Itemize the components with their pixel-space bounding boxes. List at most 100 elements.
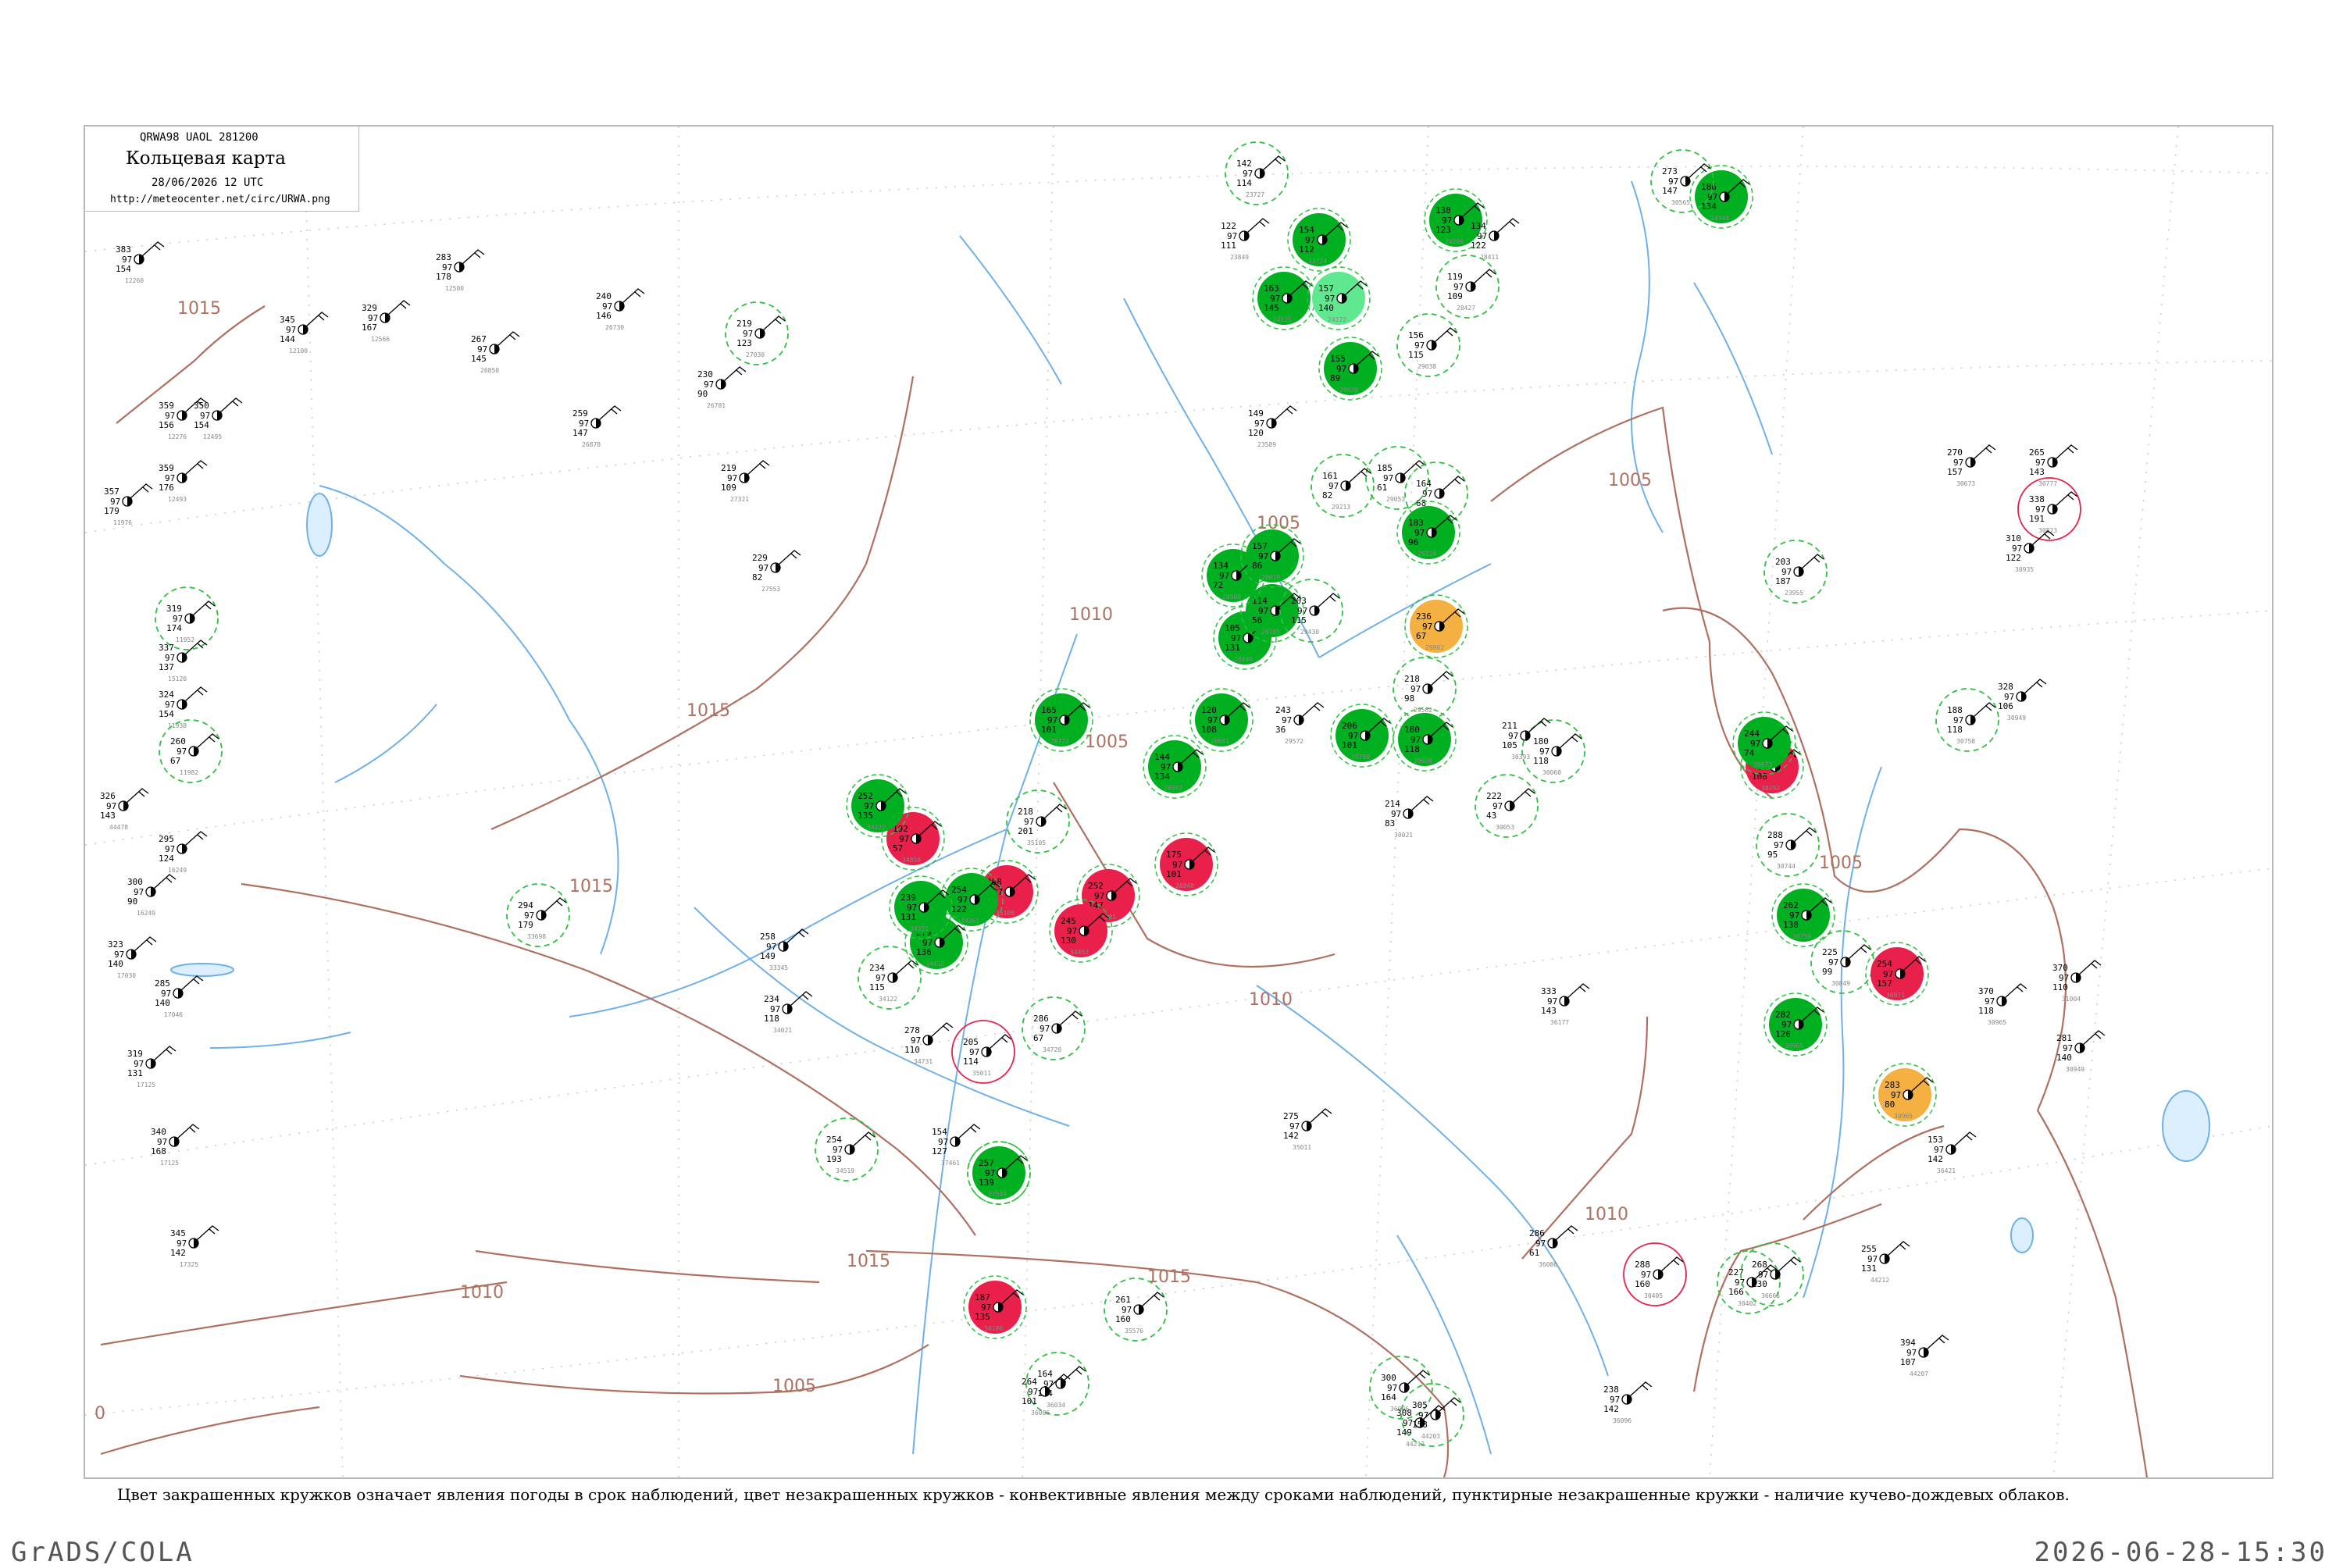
pressure-value: 243 [1275,705,1291,715]
dewpoint-value: 144 [280,334,295,344]
wind-barb-icon [1973,702,1996,718]
station-plot: 3579717911976 [104,483,153,526]
map-source-link[interactable]: http://meteocenter.net/circ/URWA.png [110,194,330,205]
dewpoint-value: 160 [1635,1279,1650,1289]
pressure-value: 283 [1885,1080,1900,1090]
station-index: 30965 [1894,1113,1913,1120]
pressure-value: 323 [108,939,123,950]
pressure-value: 264 [1022,1377,1037,1387]
station-plot: 2579713937549 [967,1141,1031,1205]
pressure-value: 267 [471,334,487,344]
station-index: 30405 [1644,1292,1663,1299]
map-legend-box: QRWA98 UAOL 281200 Кольцевая карта 28/06… [85,127,359,212]
wind-barb-icon [1410,796,1434,811]
pressure-value: 286 [1529,1228,1545,1238]
wind-barb-icon [196,733,219,749]
map-frame: 1015 1015 1015 1015 1015 1010 1010 1010 … [84,125,2273,1479]
dewpoint-value: 143 [1541,1006,1557,1016]
station-index: 30252 [1761,785,1780,792]
dewpoint-value: 137 [159,662,174,672]
station-plot: 2589714933345 [760,928,809,971]
station-index: 30673 [1956,480,1975,487]
pressure-value: 300 [127,877,143,887]
wind-barb-icon [1660,1256,1684,1272]
station-plot: 230979026781 [697,366,747,409]
dewpoint-value: 154 [116,264,131,274]
wind-barb-icon [1512,788,1535,804]
pressure-value: 254 [1877,959,1892,969]
station-plot: 286976136086 [1529,1225,1578,1268]
station-index: 36034 [1047,1402,1065,1409]
dewpoint-value: 179 [104,506,119,516]
wind-barb-icon [1274,405,1297,421]
dewpoint-value: 95 [1767,850,1778,860]
station-index: 30949 [2066,1066,2084,1073]
station-plot: 1349712228411 [1471,218,1520,261]
station-index: 30060 [1542,769,1561,776]
wind-barb-icon [1953,1131,1977,1147]
dewpoint-value: 101 [1022,1396,1037,1406]
dewpoint-value: 193 [826,1154,842,1164]
wind-barb-icon [1559,733,1582,749]
software-credit: GrADS/COLA [11,1537,194,1568]
pressure-value: 165 [1041,705,1057,715]
dewpoint-value: 115 [1408,350,1424,360]
dewpoint-value: 176 [159,483,174,493]
wind-barb-icon [622,288,645,304]
station-plot: 225979930849 [1810,930,1874,994]
pressure-value: 294 [518,900,533,911]
wind-barb-icon [2055,491,2078,507]
dewpoint-value: 201 [1018,826,1033,836]
station-plot: 1579714024122 [1307,266,1371,330]
pressure-value: 138 [1435,205,1451,216]
station-plot: 1879713534186 [963,1275,1027,1339]
station-index: 31004 [2062,996,2081,1003]
map-datetime: 28/06/2026 12 UTC [152,176,264,189]
dewpoint-value: 187 [1775,576,1791,586]
station-index: 11952 [176,636,194,643]
wind-barb-icon [184,831,208,846]
station-index: 28552 [1164,785,1182,792]
station-index: 34519 [836,1167,854,1174]
station-index: 28900 [1222,593,1241,600]
station-index: 27321 [730,496,749,503]
station-plot: 1869713424344 [1689,165,1753,229]
wind-barb-icon [723,366,747,382]
wind-barb-icon [786,928,809,944]
station-plot: 3249715411938 [159,686,208,729]
station-plot: 2759714235011 [1283,1108,1332,1151]
dewpoint-value: 112 [1299,244,1314,255]
pressure-value: 230 [697,369,713,380]
station-index: 30758 [1956,738,1975,745]
station-plot: 283978030965 [1873,1063,1937,1127]
dewpoint-value: 99 [1822,967,1832,977]
station-plot: 2389714236096 [1603,1381,1653,1424]
station-index: 29562 [1414,707,1432,714]
station-index: 30965 [1785,1042,1803,1049]
station-index: 12100 [289,347,308,355]
pressure-value: 122 [1221,221,1236,231]
station-plot: 300979016249 [127,874,177,917]
pressure-value: 185 [1377,463,1393,473]
station-plot: 229978227553 [752,550,801,593]
pressure-value: 357 [104,486,119,497]
pressure-value: 163 [1264,283,1279,294]
station-index: 35011 [1293,1144,1311,1151]
station-index: 34122 [867,824,886,831]
dewpoint-value: 67 [170,756,180,766]
wind-barb-icon [1246,218,1270,233]
dewpoint-value: 149 [760,951,776,961]
isobar-label: 1015 [686,701,730,721]
dewpoint-value: 130 [1752,1279,1767,1289]
station-plot: 2349711834021 [764,991,813,1034]
pressure-value: 157 [1318,283,1334,294]
pressure-value: 156 [1408,330,1424,340]
dewpoint-value: 140 [1318,303,1334,313]
dewpoint-value: 118 [1947,725,1963,735]
station-plot: 1229711123849 [1221,218,1270,261]
station-index: 17125 [160,1160,179,1167]
pressure-value: 262 [1783,900,1799,911]
station-index: 44207 [1910,1370,1928,1377]
dewpoint-value: 131 [900,912,916,922]
station-plot: 244977430673 [1732,711,1796,775]
